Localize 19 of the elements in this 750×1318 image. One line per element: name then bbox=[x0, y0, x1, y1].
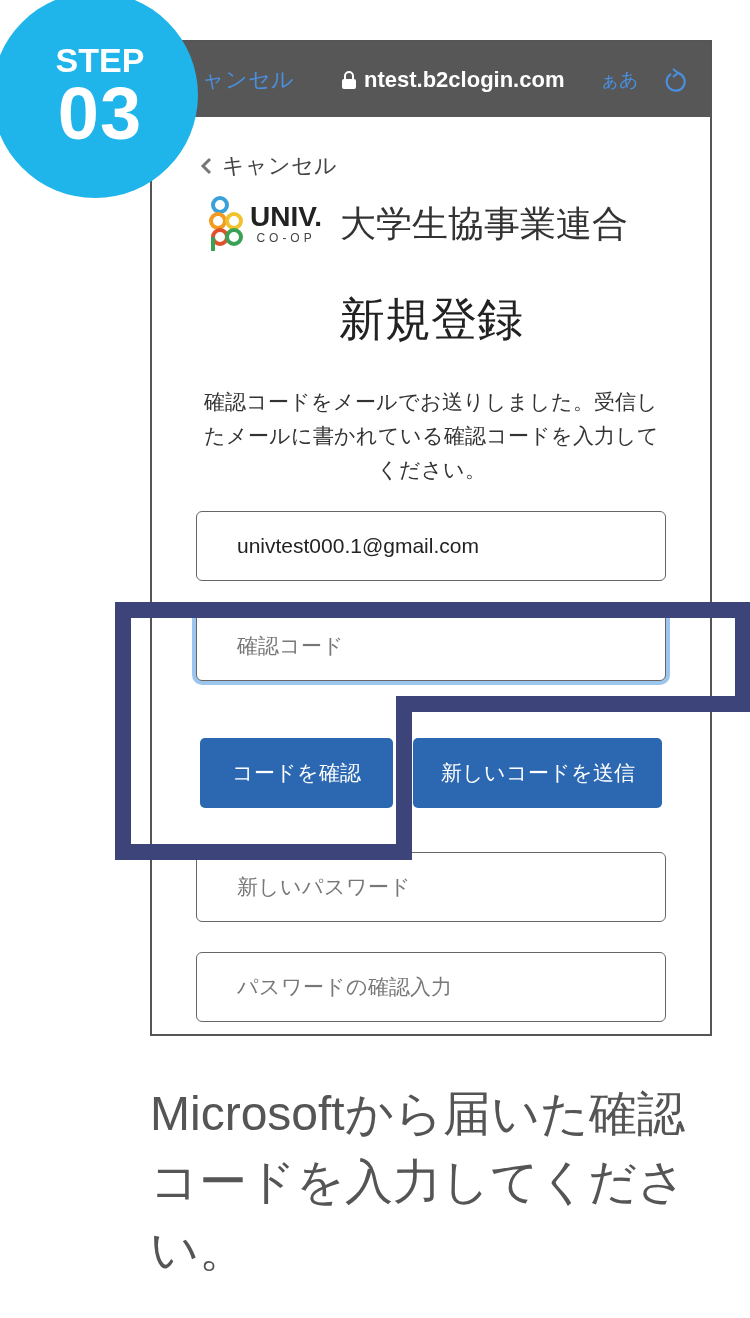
password-confirm-field[interactable]: パスワードの確認入力 bbox=[196, 952, 666, 1022]
reload-icon[interactable] bbox=[664, 67, 686, 92]
url-text[interactable]: ntest.b2clogin.com bbox=[364, 66, 600, 93]
send-new-code-button[interactable]: 新しいコードを送信 bbox=[413, 738, 662, 808]
page-title: 新規登録 bbox=[338, 292, 524, 347]
step-number: 03 bbox=[57, 77, 143, 151]
organization-name: 大学生協事業連合 bbox=[340, 201, 629, 246]
step-label: STEP bbox=[55, 43, 145, 77]
instruction-text: 確認コードをメールでお送りしました。受信したメールに書かれている確認コードを入力してください。 bbox=[202, 389, 660, 483]
logo-wordmark: UNIV. bbox=[250, 203, 323, 231]
chevron-left-icon bbox=[200, 157, 212, 175]
verify-code-button[interactable]: コードを確認 bbox=[200, 738, 393, 808]
logo-subtitle: CO-OP bbox=[256, 231, 316, 245]
caption-text: Microsoftから届いた確認コードを入力してください。 bbox=[150, 1086, 687, 1278]
password-field[interactable]: 新しいパスワード bbox=[196, 852, 666, 922]
circles-logo-icon bbox=[208, 195, 244, 253]
email-field[interactable]: univtest000.1@gmail.com bbox=[196, 511, 666, 581]
cancel-link[interactable]: キャンセル bbox=[200, 151, 337, 181]
lock-icon bbox=[342, 70, 356, 89]
